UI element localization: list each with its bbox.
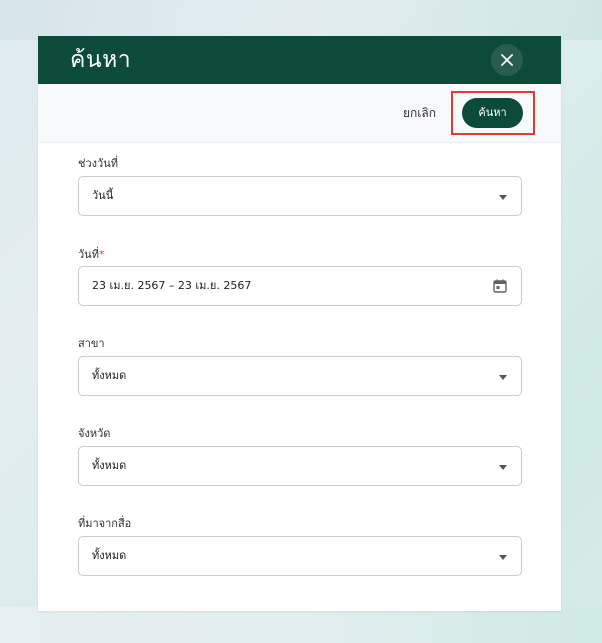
province-select[interactable]: ทั้งหมด bbox=[78, 446, 522, 486]
background-bottom bbox=[0, 607, 602, 643]
dialog-title: ค้นหา bbox=[70, 47, 132, 73]
chevron-down-icon bbox=[499, 555, 507, 560]
date-range-select[interactable]: วันนี้ bbox=[78, 176, 522, 216]
branch-value: ทั้งหมด bbox=[92, 369, 127, 382]
chevron-down-icon bbox=[499, 375, 507, 380]
province-label: จังหวัด bbox=[78, 427, 111, 440]
search-button[interactable]: ค้นหา bbox=[462, 98, 523, 128]
chevron-down-icon bbox=[499, 465, 507, 470]
date-range-picker[interactable]: 23 เม.ย. 2567 – 23 เม.ย. 2567 bbox=[78, 266, 522, 306]
branch-select[interactable]: ทั้งหมด bbox=[78, 356, 522, 396]
date-range-label: ช่วงวันที่ bbox=[78, 157, 118, 170]
close-button[interactable] bbox=[491, 44, 523, 76]
background-top bbox=[0, 0, 602, 40]
required-mark: * bbox=[98, 248, 105, 261]
date-label: วันที่* bbox=[78, 247, 104, 263]
dialog-actions: ยกเลิก ค้นหา bbox=[38, 84, 561, 143]
close-icon bbox=[501, 54, 513, 66]
chevron-down-icon bbox=[499, 195, 507, 200]
source-select[interactable]: ทั้งหมด bbox=[78, 536, 522, 576]
branch-label: สาขา bbox=[78, 337, 105, 350]
date-range-value: วันนี้ bbox=[92, 189, 114, 202]
date-label-text: วันที่ bbox=[78, 248, 99, 261]
calendar-icon[interactable] bbox=[492, 278, 508, 294]
province-value: ทั้งหมด bbox=[92, 459, 127, 472]
date-value: 23 เม.ย. 2567 – 23 เม.ย. 2567 bbox=[92, 279, 252, 292]
search-dialog: ค้นหา ยกเลิก ค้นหา ช่วงวันที่ วันนี้ วัน… bbox=[38, 36, 561, 611]
cancel-button[interactable]: ยกเลิก bbox=[403, 104, 436, 122]
source-value: ทั้งหมด bbox=[92, 549, 127, 562]
source-label: ที่มาจากสื่อ bbox=[78, 517, 132, 530]
dialog-header: ค้นหา bbox=[38, 36, 561, 84]
